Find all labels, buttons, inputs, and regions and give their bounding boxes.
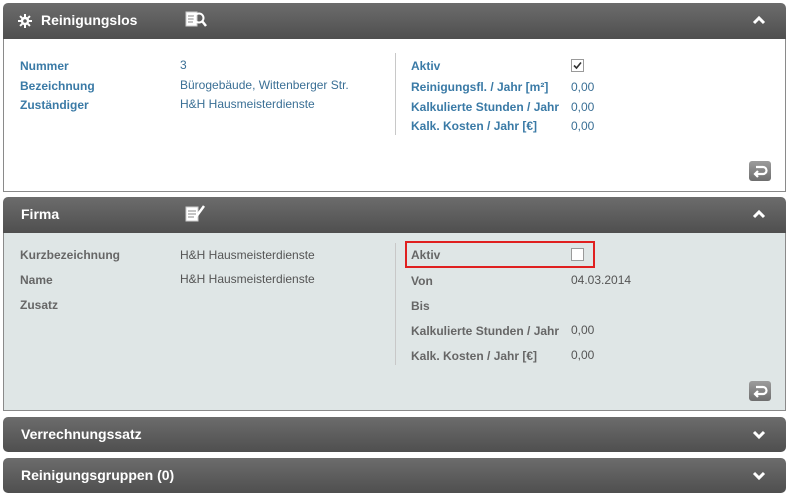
reinigungsgruppen-header[interactable]: Reinigungsgruppen (0) xyxy=(3,458,786,493)
undo-icon xyxy=(753,385,768,398)
gear-icon xyxy=(18,14,32,28)
firma-header[interactable]: Firma xyxy=(3,197,786,233)
reinigungsgruppen-title: Reinigungsgruppen (0) xyxy=(21,467,175,483)
chevron-up-icon[interactable] xyxy=(752,208,766,220)
firma-title: Firma xyxy=(21,206,60,222)
undo-button[interactable] xyxy=(749,381,771,401)
column-divider xyxy=(395,53,396,135)
chevron-up-icon[interactable] xyxy=(752,14,766,26)
bezeichnung-value: Bürogebäude, Wittenberger Str. xyxy=(180,78,349,92)
verrechnungssatz-header[interactable]: Verrechnungssatz xyxy=(3,417,786,452)
firma-kalk-stunden-value: 0,00 xyxy=(571,323,595,337)
kurzbezeichnung-value: H&H Hausmeisterdienste xyxy=(180,248,315,262)
edit-document-icon[interactable] xyxy=(185,204,207,224)
undo-icon xyxy=(753,165,768,178)
zustaendiger-label: Zuständiger xyxy=(20,98,89,112)
kalk-stunden-label: Kalkulierte Stunden / Jahr xyxy=(411,100,560,114)
firma-kalk-stunden-label: Kalkulierte Stunden / Jahr xyxy=(411,324,560,338)
kurzbezeichnung-label: Kurzbezeichnung xyxy=(20,248,121,262)
chevron-down-icon[interactable] xyxy=(752,429,766,441)
firma-body: Kurzbezeichnung H&H Hausmeisterdienste N… xyxy=(3,233,786,411)
chevron-down-icon[interactable] xyxy=(752,470,766,482)
von-value: 04.03.2014 xyxy=(571,273,632,287)
kalk-kosten-value: 0,00 xyxy=(571,119,595,133)
firma-kalk-kosten-value: 0,00 xyxy=(571,348,595,362)
bis-label: Bis xyxy=(411,299,430,313)
verrechnungssatz-title: Verrechnungssatz xyxy=(21,426,142,442)
reinigungslos-header[interactable]: Reinigungslos xyxy=(3,3,786,39)
undo-button[interactable] xyxy=(749,161,771,181)
reinigungslos-body: Nummer 3 Bezeichnung Bürogebäude, Witten… xyxy=(3,39,786,192)
nummer-label: Nummer xyxy=(20,59,69,73)
name-label: Name xyxy=(20,273,53,287)
zusatz-label: Zusatz xyxy=(20,298,59,312)
search-document-icon[interactable] xyxy=(185,10,207,30)
zustaendiger-value: H&H Hausmeisterdienste xyxy=(180,97,315,111)
aktiv-label: Aktiv xyxy=(411,59,441,73)
kalk-stunden-value: 0,00 xyxy=(571,100,595,114)
reinigungsflaeche-value: 0,00 xyxy=(571,80,595,94)
name-value: H&H Hausmeisterdienste xyxy=(180,272,315,286)
reinigungsflaeche-label: Reinigungsfl. / Jahr [m²] xyxy=(411,80,549,94)
firma-aktiv-checkbox[interactable] xyxy=(571,248,584,261)
nummer-value: 3 xyxy=(180,58,187,72)
reinigungslos-title: Reinigungslos xyxy=(41,12,138,28)
column-divider xyxy=(395,243,396,365)
firma-aktiv-label: Aktiv xyxy=(411,248,441,262)
kalk-kosten-label: Kalk. Kosten / Jahr [€] xyxy=(411,119,538,133)
checkmark-icon xyxy=(573,61,582,70)
firma-kalk-kosten-label: Kalk. Kosten / Jahr [€] xyxy=(411,349,538,363)
aktiv-checkbox[interactable] xyxy=(571,59,584,72)
bezeichnung-label: Bezeichnung xyxy=(20,79,95,93)
von-label: Von xyxy=(411,274,433,288)
